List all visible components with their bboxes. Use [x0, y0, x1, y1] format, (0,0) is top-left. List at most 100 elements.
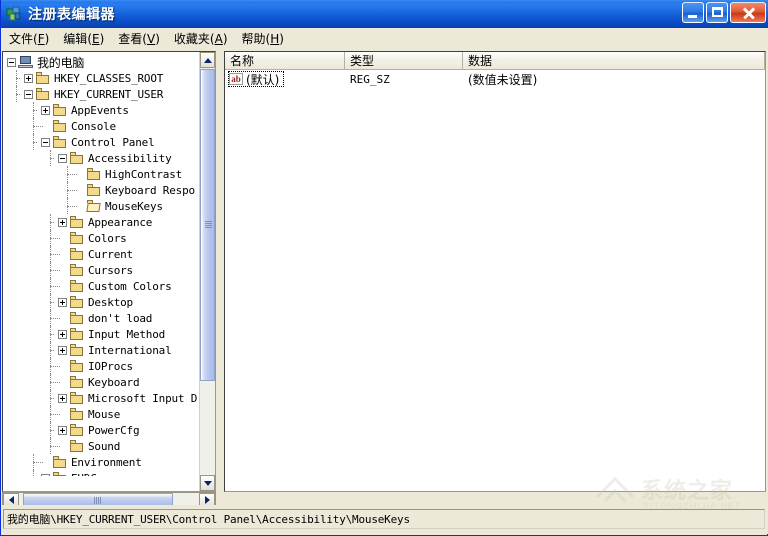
expand-plus-icon[interactable] [41, 473, 50, 476]
tree-connector [33, 470, 34, 476]
tree-connector [33, 142, 37, 143]
tree-item-label: Desktop [88, 295, 133, 309]
tree-connector [50, 382, 60, 383]
menu-item-favorites[interactable]: 收藏夹(A) [167, 28, 235, 49]
tree-item-current[interactable]: Current [58, 246, 133, 262]
tree-item-international[interactable]: International [58, 342, 172, 358]
tree-item-label: Colors [88, 231, 127, 245]
expand-plus-icon[interactable] [58, 297, 67, 307]
tree-item-appearance[interactable]: Appearance [58, 214, 152, 230]
registry-tree-pane[interactable]: 我的电脑 HKEY_CLASSES_ROOT HKEY_CURRENT_USER Ap… [2, 51, 216, 492]
tree-item-highcontrast[interactable]: HighContrast [75, 166, 182, 182]
tree-vertical-scrollbar[interactable] [199, 52, 215, 491]
tree-item-hkey-current-user[interactable]: HKEY_CURRENT_USER [24, 86, 163, 102]
value-data-label: (数值未设置) [468, 72, 538, 87]
chevron-right-icon [204, 496, 210, 504]
folder-icon [35, 71, 51, 85]
expand-plus-icon[interactable] [58, 345, 67, 355]
tree-item-don-t-load[interactable]: don't load [58, 310, 152, 326]
tree-item-mouse[interactable]: Mouse [58, 406, 120, 422]
tree-item-label: Keyboard Respo [105, 183, 195, 197]
tree-item-environment[interactable]: Environment [41, 454, 142, 470]
tree-item-ioprocs[interactable]: IOProcs [58, 358, 133, 374]
tree-item-label: AppEvents [71, 103, 129, 117]
tree-connector [16, 94, 20, 95]
tree-item-powercfg[interactable]: PowerCfg [58, 422, 140, 438]
tree-item-label: HKEY_CURRENT_USER [54, 87, 164, 101]
tree-item-mousekeys[interactable]: MouseKeys [75, 198, 163, 214]
tree-item-control-panel[interactable]: Control Panel [41, 134, 155, 150]
collapse-minus-icon[interactable] [24, 89, 33, 99]
registry-editor-window: 注册表编辑器 文件(F) 编辑(E) 查看(V) 收藏夹(A) 帮助(H) 我的… [0, 0, 768, 536]
folder-icon [52, 455, 68, 469]
expand-plus-icon[interactable] [58, 425, 67, 435]
registry-values-pane[interactable]: 名称 类型 数据 ab (默认) REG_SZ (数值未设置) [224, 51, 766, 492]
tree-item-sound[interactable]: Sound [58, 438, 120, 454]
tree-item-label: HKEY_CLASSES_ROOT [54, 71, 164, 85]
tree-item-appevents[interactable]: AppEvents [41, 102, 129, 118]
tree-item-[interactable]: 我的电脑 [7, 54, 84, 70]
tree-item-label: Console [71, 119, 116, 133]
expand-plus-icon[interactable] [58, 329, 67, 339]
expand-plus-icon[interactable] [58, 393, 67, 403]
menu-accel-view: V [146, 32, 156, 46]
scroll-up-button[interactable] [200, 52, 215, 68]
expand-plus-icon[interactable] [58, 217, 67, 227]
tree-item-keyboard-respo[interactable]: Keyboard Respo [75, 182, 195, 198]
folder-icon [69, 151, 85, 165]
tree-item-eudc[interactable]: EUDC [41, 470, 97, 476]
tree-item-cursors[interactable]: Cursors [58, 262, 133, 278]
tree-item-label: Accessibility [88, 151, 172, 165]
value-type-label: REG_SZ [350, 72, 390, 86]
tree-connector [50, 270, 60, 271]
tree-item-console[interactable]: Console [41, 118, 116, 134]
expand-plus-icon[interactable] [41, 105, 50, 115]
close-button[interactable] [730, 2, 766, 23]
tree-connector [50, 286, 60, 287]
tree-item-desktop[interactable]: Desktop [58, 294, 133, 310]
tree-connector [50, 302, 54, 303]
tree-item-label: Custom Colors [88, 279, 172, 293]
regedit-icon [5, 5, 23, 23]
tree-item-custom-colors[interactable]: Custom Colors [58, 278, 172, 294]
folder-icon [69, 263, 85, 277]
collapse-minus-icon[interactable] [7, 57, 16, 67]
title-bar: 注册表编辑器 [1, 0, 768, 28]
pane-splitter[interactable] [217, 51, 223, 492]
column-header-data-label: 数据 [468, 54, 493, 68]
menu-item-help[interactable]: 帮助(H) [235, 28, 291, 49]
collapse-minus-icon[interactable] [41, 137, 50, 147]
folder-icon [69, 311, 85, 325]
scroll-down-button[interactable] [200, 475, 215, 491]
tree-connector [50, 318, 60, 319]
menu-accel-file: F [37, 32, 45, 46]
collapse-minus-icon[interactable] [58, 153, 67, 163]
tree-connector [16, 78, 20, 79]
registry-tree: 我的电脑 HKEY_CLASSES_ROOT HKEY_CURRENT_USER Ap… [3, 52, 200, 476]
menu-item-view[interactable]: 查看(V) [111, 28, 167, 49]
menu-accel-help: H [270, 32, 280, 46]
tree-item-label: Keyboard [88, 375, 140, 389]
column-header-name-label: 名称 [230, 54, 255, 68]
menu-label-edit: 编辑 [63, 32, 88, 46]
tree-connector [50, 158, 54, 159]
column-header-data[interactable]: 数据 [463, 52, 765, 70]
minimize-button[interactable] [682, 2, 704, 23]
menu-item-edit[interactable]: 编辑(E) [56, 28, 111, 49]
tree-item-keyboard[interactable]: Keyboard [58, 374, 140, 390]
tree-item-colors[interactable]: Colors [58, 230, 127, 246]
tree-connector [50, 414, 60, 415]
value-name-cell[interactable]: ab (默认) [228, 71, 285, 87]
tree-item-accessibility[interactable]: Accessibility [58, 150, 172, 166]
expand-plus-icon[interactable] [24, 73, 33, 83]
maximize-button[interactable] [706, 2, 728, 23]
value-name-label: (默认) [246, 72, 280, 87]
tree-item-microsoft-input-d[interactable]: Microsoft Input D [58, 390, 197, 406]
tree-item-hkey-classes-root[interactable]: HKEY_CLASSES_ROOT [24, 70, 163, 86]
column-header-name[interactable]: 名称 [225, 52, 345, 70]
tree-item-input-method[interactable]: Input Method [58, 326, 165, 342]
menu-item-file[interactable]: 文件(F) [2, 28, 56, 49]
vertical-scroll-thumb[interactable] [200, 69, 215, 381]
column-header-type[interactable]: 类型 [345, 52, 463, 70]
table-row[interactable]: ab (默认) REG_SZ (数值未设置) [225, 70, 765, 88]
